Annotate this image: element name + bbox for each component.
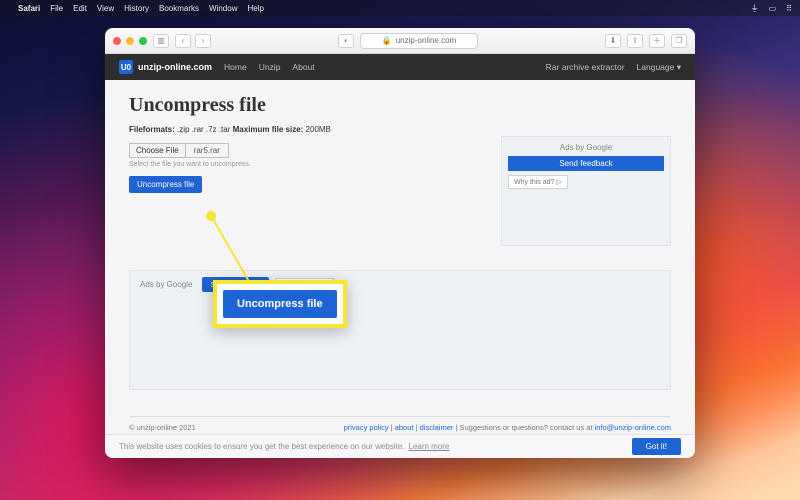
- uncompress-button[interactable]: Uncompress file: [129, 176, 202, 193]
- new-tab-icon[interactable]: ＋: [649, 34, 665, 48]
- control-center-icon[interactable]: ⠿: [786, 4, 792, 13]
- annotation-callout: Uncompress file: [213, 280, 347, 328]
- address-bar[interactable]: 🔒 unzip-online.com: [360, 33, 477, 49]
- footer-email-link[interactable]: info@unzip-online.com: [595, 423, 671, 432]
- choose-file-button[interactable]: Choose File: [130, 144, 186, 157]
- minimize-icon[interactable]: [126, 37, 134, 45]
- ads-header: Ads by Google: [140, 280, 192, 289]
- address-text: unzip-online.com: [396, 36, 456, 45]
- maxsize-label: Maximum file size:: [233, 125, 304, 134]
- menubar-item[interactable]: File: [50, 4, 63, 13]
- menubar-item[interactable]: View: [97, 4, 114, 13]
- ads-panel: Ads by Google Send feedback Why this ad?…: [129, 270, 671, 390]
- formats-line: Fileformats: .zip .rar .7z .tar Maximum …: [129, 125, 671, 134]
- wifi-icon[interactable]: ⏚: [751, 3, 759, 14]
- tabs-icon[interactable]: ❐: [671, 34, 687, 48]
- cookie-accept-button[interactable]: Got it!: [632, 438, 681, 455]
- nav-language[interactable]: Language ▾: [637, 62, 681, 73]
- downloads-icon[interactable]: ⬇: [605, 34, 621, 48]
- nav-home[interactable]: Home: [224, 62, 247, 72]
- window-controls[interactable]: [113, 37, 147, 45]
- nav-rar-extractor[interactable]: Rar archive extractor: [546, 62, 625, 73]
- lock-icon: 🔒: [382, 36, 392, 45]
- maxsize-value: 200MB: [306, 125, 331, 134]
- forward-icon[interactable]: ›: [195, 34, 211, 48]
- callout-uncompress-button[interactable]: Uncompress file: [223, 290, 337, 318]
- footer-suggest-text: Suggestions or questions? contact us at: [460, 423, 595, 432]
- battery-icon[interactable]: ▭: [769, 4, 777, 13]
- formats-label: Fileformats:: [129, 125, 175, 134]
- ads-header: Ads by Google: [508, 143, 664, 152]
- logo-badge-icon: U0: [119, 60, 133, 74]
- ads-why-link[interactable]: Why this ad? ▷: [508, 175, 568, 189]
- ads-send-feedback-button[interactable]: Send feedback: [508, 156, 664, 171]
- footer-privacy-link[interactable]: privacy policy: [344, 423, 389, 432]
- file-input[interactable]: Choose File rar5.rar: [129, 143, 229, 158]
- menubar-item[interactable]: History: [124, 4, 149, 13]
- formats-value: .zip .rar .7z .tar: [177, 125, 230, 134]
- menubar-item[interactable]: Bookmarks: [159, 4, 199, 13]
- cookie-learn-more-link[interactable]: Learn more: [409, 442, 450, 451]
- footer-disclaimer-link[interactable]: disclaimer: [420, 423, 454, 432]
- back-icon[interactable]: ‹: [175, 34, 191, 48]
- cookie-banner: This website uses cookies to ensure you …: [105, 434, 695, 458]
- safari-window: ▥ ‹ › ◐ 🔒 unzip-online.com ⬇ ⇪ ＋ ❐ U0 un…: [105, 28, 695, 458]
- chosen-file-name: rar5.rar: [186, 144, 228, 157]
- site-logo[interactable]: U0 unzip-online.com: [119, 60, 212, 74]
- menubar-item[interactable]: Window: [209, 4, 237, 13]
- page-title: Uncompress file: [129, 94, 671, 117]
- cookie-text: This website uses cookies to ensure you …: [119, 442, 405, 451]
- sidebar-toggle-icon[interactable]: ▥: [153, 34, 169, 48]
- ads-sidebar: Ads by Google Send feedback Why this ad?…: [501, 136, 671, 246]
- nav-unzip[interactable]: Unzip: [259, 62, 281, 72]
- shield-icon[interactable]: ◐: [338, 34, 354, 48]
- close-icon[interactable]: [113, 37, 121, 45]
- menubar-item[interactable]: Edit: [73, 4, 87, 13]
- site-brand: unzip-online.com: [138, 62, 212, 72]
- menubar-app-name[interactable]: Safari: [18, 4, 40, 13]
- footer-copyright: © unzip-online 2021: [129, 423, 196, 432]
- footer-about-link[interactable]: about: [395, 423, 414, 432]
- browser-toolbar: ▥ ‹ › ◐ 🔒 unzip-online.com ⬇ ⇪ ＋ ❐: [105, 28, 695, 54]
- maximize-icon[interactable]: [139, 37, 147, 45]
- page-footer: © unzip-online 2021 privacy policy | abo…: [129, 416, 671, 432]
- nav-about[interactable]: About: [292, 62, 314, 72]
- share-icon[interactable]: ⇪: [627, 34, 643, 48]
- macos-menubar: Safari File Edit View History Bookmarks …: [0, 0, 800, 16]
- site-navbar: U0 unzip-online.com Home Unzip About Rar…: [105, 54, 695, 80]
- menubar-item[interactable]: Help: [247, 4, 263, 13]
- page-content: Uncompress file Fileformats: .zip .rar .…: [105, 80, 695, 458]
- page-viewport: U0 unzip-online.com Home Unzip About Rar…: [105, 54, 695, 458]
